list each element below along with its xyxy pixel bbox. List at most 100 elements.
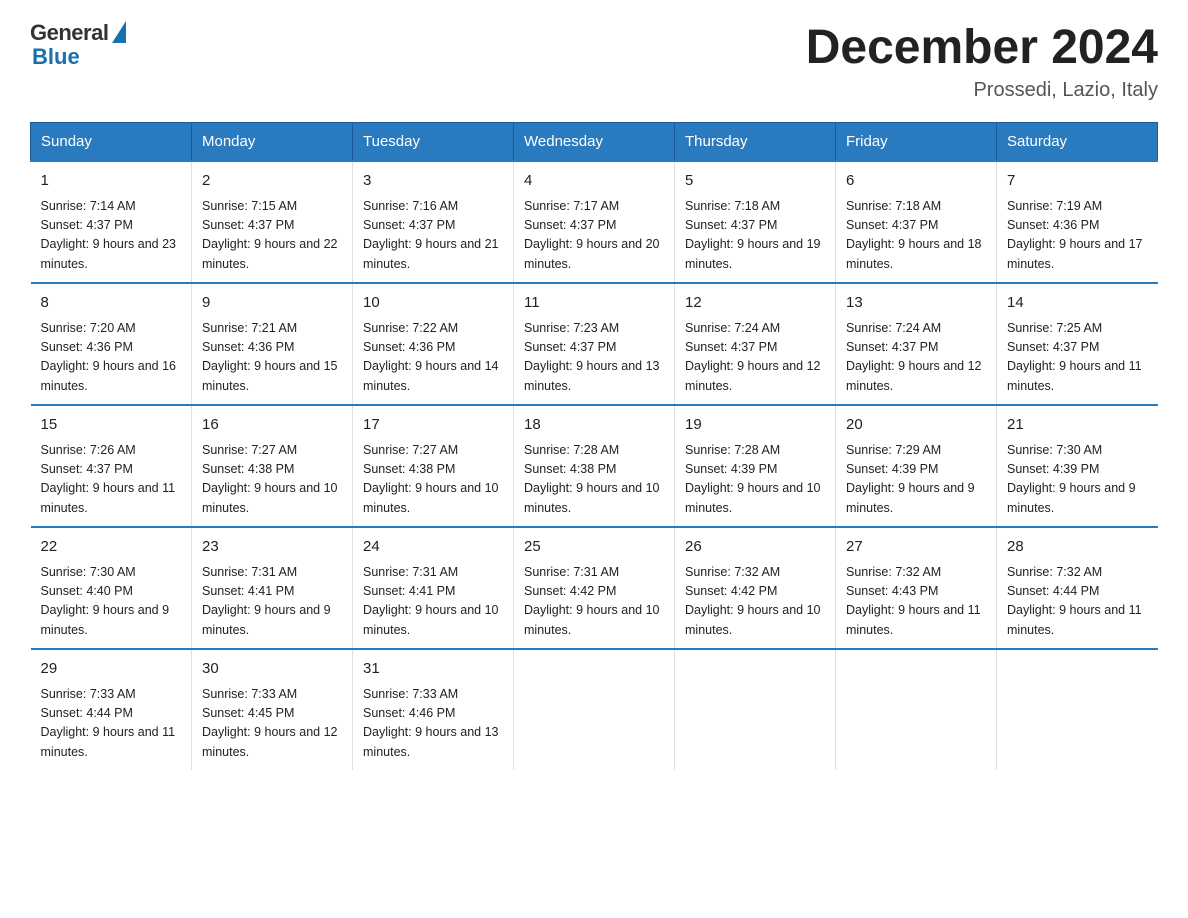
day-info: Sunrise: 7:21 AMSunset: 4:36 PMDaylight:… (202, 319, 342, 397)
day-info: Sunrise: 7:33 AMSunset: 4:44 PMDaylight:… (41, 685, 182, 763)
day-info: Sunrise: 7:26 AMSunset: 4:37 PMDaylight:… (41, 441, 182, 519)
day-number: 21 (1007, 414, 1148, 437)
day-cell: 2 Sunrise: 7:15 AMSunset: 4:37 PMDayligh… (192, 161, 353, 283)
day-info: Sunrise: 7:20 AMSunset: 4:36 PMDaylight:… (41, 319, 182, 397)
day-number: 7 (1007, 170, 1148, 193)
month-title: December 2024 (806, 20, 1158, 75)
day-number: 8 (41, 292, 182, 315)
day-cell: 18 Sunrise: 7:28 AMSunset: 4:38 PMDaylig… (514, 405, 675, 527)
day-number: 18 (524, 414, 664, 437)
day-number: 13 (846, 292, 986, 315)
header-cell-thursday: Thursday (675, 123, 836, 162)
header-cell-sunday: Sunday (31, 123, 192, 162)
day-cell: 23 Sunrise: 7:31 AMSunset: 4:41 PMDaylig… (192, 527, 353, 649)
day-cell: 3 Sunrise: 7:16 AMSunset: 4:37 PMDayligh… (353, 161, 514, 283)
title-block: December 2024 Prossedi, Lazio, Italy (806, 20, 1158, 102)
day-cell (675, 649, 836, 770)
day-cell: 20 Sunrise: 7:29 AMSunset: 4:39 PMDaylig… (836, 405, 997, 527)
day-info: Sunrise: 7:22 AMSunset: 4:36 PMDaylight:… (363, 319, 503, 397)
day-info: Sunrise: 7:27 AMSunset: 4:38 PMDaylight:… (202, 441, 342, 519)
logo-triangle-icon (112, 21, 126, 43)
day-number: 28 (1007, 536, 1148, 559)
day-cell: 31 Sunrise: 7:33 AMSunset: 4:46 PMDaylig… (353, 649, 514, 770)
week-row-5: 29 Sunrise: 7:33 AMSunset: 4:44 PMDaylig… (31, 649, 1158, 770)
day-info: Sunrise: 7:15 AMSunset: 4:37 PMDaylight:… (202, 197, 342, 275)
day-number: 23 (202, 536, 342, 559)
day-info: Sunrise: 7:18 AMSunset: 4:37 PMDaylight:… (846, 197, 986, 275)
header-cell-saturday: Saturday (997, 123, 1158, 162)
logo: General Blue (30, 20, 126, 70)
day-info: Sunrise: 7:31 AMSunset: 4:42 PMDaylight:… (524, 563, 664, 641)
day-cell: 11 Sunrise: 7:23 AMSunset: 4:37 PMDaylig… (514, 283, 675, 405)
day-info: Sunrise: 7:24 AMSunset: 4:37 PMDaylight:… (846, 319, 986, 397)
page-header: General Blue December 2024 Prossedi, Laz… (30, 20, 1158, 102)
day-info: Sunrise: 7:32 AMSunset: 4:42 PMDaylight:… (685, 563, 825, 641)
day-number: 22 (41, 536, 182, 559)
day-info: Sunrise: 7:27 AMSunset: 4:38 PMDaylight:… (363, 441, 503, 519)
day-number: 16 (202, 414, 342, 437)
day-info: Sunrise: 7:17 AMSunset: 4:37 PMDaylight:… (524, 197, 664, 275)
day-number: 26 (685, 536, 825, 559)
day-info: Sunrise: 7:29 AMSunset: 4:39 PMDaylight:… (846, 441, 986, 519)
day-cell: 25 Sunrise: 7:31 AMSunset: 4:42 PMDaylig… (514, 527, 675, 649)
day-cell: 16 Sunrise: 7:27 AMSunset: 4:38 PMDaylig… (192, 405, 353, 527)
day-number: 12 (685, 292, 825, 315)
day-number: 10 (363, 292, 503, 315)
day-number: 3 (363, 170, 503, 193)
day-number: 9 (202, 292, 342, 315)
day-cell: 30 Sunrise: 7:33 AMSunset: 4:45 PMDaylig… (192, 649, 353, 770)
day-info: Sunrise: 7:23 AMSunset: 4:37 PMDaylight:… (524, 319, 664, 397)
day-cell: 24 Sunrise: 7:31 AMSunset: 4:41 PMDaylig… (353, 527, 514, 649)
day-cell: 1 Sunrise: 7:14 AMSunset: 4:37 PMDayligh… (31, 161, 192, 283)
day-info: Sunrise: 7:31 AMSunset: 4:41 PMDaylight:… (363, 563, 503, 641)
day-cell: 17 Sunrise: 7:27 AMSunset: 4:38 PMDaylig… (353, 405, 514, 527)
day-cell (997, 649, 1158, 770)
week-row-2: 8 Sunrise: 7:20 AMSunset: 4:36 PMDayligh… (31, 283, 1158, 405)
day-cell (836, 649, 997, 770)
day-number: 20 (846, 414, 986, 437)
day-cell: 8 Sunrise: 7:20 AMSunset: 4:36 PMDayligh… (31, 283, 192, 405)
week-row-4: 22 Sunrise: 7:30 AMSunset: 4:40 PMDaylig… (31, 527, 1158, 649)
week-row-3: 15 Sunrise: 7:26 AMSunset: 4:37 PMDaylig… (31, 405, 1158, 527)
day-number: 19 (685, 414, 825, 437)
day-info: Sunrise: 7:31 AMSunset: 4:41 PMDaylight:… (202, 563, 342, 641)
day-info: Sunrise: 7:28 AMSunset: 4:38 PMDaylight:… (524, 441, 664, 519)
day-number: 2 (202, 170, 342, 193)
day-number: 1 (41, 170, 182, 193)
day-cell: 7 Sunrise: 7:19 AMSunset: 4:36 PMDayligh… (997, 161, 1158, 283)
day-info: Sunrise: 7:25 AMSunset: 4:37 PMDaylight:… (1007, 319, 1148, 397)
day-cell: 5 Sunrise: 7:18 AMSunset: 4:37 PMDayligh… (675, 161, 836, 283)
day-number: 6 (846, 170, 986, 193)
day-cell: 15 Sunrise: 7:26 AMSunset: 4:37 PMDaylig… (31, 405, 192, 527)
day-number: 15 (41, 414, 182, 437)
day-cell: 21 Sunrise: 7:30 AMSunset: 4:39 PMDaylig… (997, 405, 1158, 527)
day-number: 30 (202, 658, 342, 681)
day-info: Sunrise: 7:18 AMSunset: 4:37 PMDaylight:… (685, 197, 825, 275)
day-cell: 27 Sunrise: 7:32 AMSunset: 4:43 PMDaylig… (836, 527, 997, 649)
header-cell-wednesday: Wednesday (514, 123, 675, 162)
day-cell: 13 Sunrise: 7:24 AMSunset: 4:37 PMDaylig… (836, 283, 997, 405)
day-cell: 26 Sunrise: 7:32 AMSunset: 4:42 PMDaylig… (675, 527, 836, 649)
day-cell: 28 Sunrise: 7:32 AMSunset: 4:44 PMDaylig… (997, 527, 1158, 649)
day-cell: 4 Sunrise: 7:17 AMSunset: 4:37 PMDayligh… (514, 161, 675, 283)
calendar-table: SundayMondayTuesdayWednesdayThursdayFrid… (30, 122, 1158, 770)
day-info: Sunrise: 7:30 AMSunset: 4:40 PMDaylight:… (41, 563, 182, 641)
day-cell: 10 Sunrise: 7:22 AMSunset: 4:36 PMDaylig… (353, 283, 514, 405)
day-info: Sunrise: 7:19 AMSunset: 4:36 PMDaylight:… (1007, 197, 1148, 275)
day-cell: 9 Sunrise: 7:21 AMSunset: 4:36 PMDayligh… (192, 283, 353, 405)
day-cell: 19 Sunrise: 7:28 AMSunset: 4:39 PMDaylig… (675, 405, 836, 527)
day-number: 4 (524, 170, 664, 193)
day-cell (514, 649, 675, 770)
day-number: 5 (685, 170, 825, 193)
day-cell: 6 Sunrise: 7:18 AMSunset: 4:37 PMDayligh… (836, 161, 997, 283)
day-number: 24 (363, 536, 503, 559)
day-info: Sunrise: 7:32 AMSunset: 4:43 PMDaylight:… (846, 563, 986, 641)
header-cell-tuesday: Tuesday (353, 123, 514, 162)
week-row-1: 1 Sunrise: 7:14 AMSunset: 4:37 PMDayligh… (31, 161, 1158, 283)
day-cell: 22 Sunrise: 7:30 AMSunset: 4:40 PMDaylig… (31, 527, 192, 649)
day-info: Sunrise: 7:30 AMSunset: 4:39 PMDaylight:… (1007, 441, 1148, 519)
day-number: 17 (363, 414, 503, 437)
day-number: 14 (1007, 292, 1148, 315)
header-cell-friday: Friday (836, 123, 997, 162)
logo-general-text: General (30, 20, 108, 46)
